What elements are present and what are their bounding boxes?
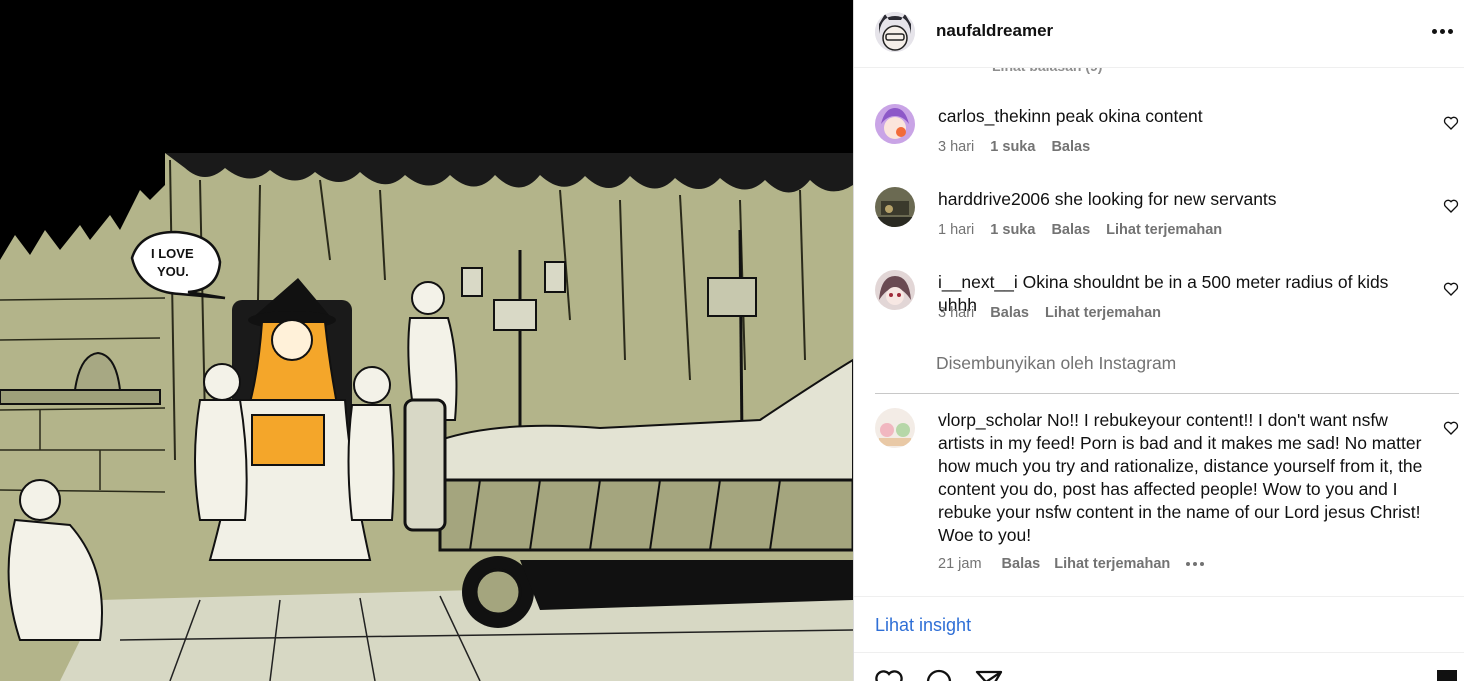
post-illustration: I LOVE YOU. (0, 0, 853, 681)
commenter-avatar[interactable] (875, 270, 915, 310)
comment-username[interactable]: i__next__i (938, 272, 1018, 292)
insight-bar: Lihat insight (854, 596, 1464, 652)
commenter-avatar[interactable] (875, 408, 915, 448)
view-insights-link[interactable]: Lihat insight (875, 615, 971, 636)
bookmark-icon[interactable] (1432, 667, 1462, 681)
comment-text: harddrive2006 she looking for new servan… (938, 188, 1428, 211)
comment-meta: 3 hari Balas Lihat terjemahan (938, 305, 1161, 321)
commenter-avatar[interactable] (875, 104, 915, 144)
translate-link[interactable]: Lihat terjemahan (1106, 222, 1222, 238)
reply-button[interactable]: Balas (1002, 556, 1041, 572)
comment-text: carlos_thekinn peak okina content (938, 105, 1428, 128)
like-comment-icon[interactable] (1443, 198, 1459, 214)
comment-meta: 21 jam Balas Lihat terjemahan (938, 556, 1205, 572)
like-comment-icon[interactable] (1443, 281, 1459, 297)
comments-panel: naufaldreamer Lihat balasan (9) carlos_t… (853, 0, 1464, 681)
author-username[interactable]: naufaldreamer (936, 21, 1053, 41)
comment-username[interactable]: harddrive2006 (938, 189, 1050, 209)
comment-text: vlorp_scholar No!! I rebukeyour content!… (938, 409, 1433, 547)
like-comment-icon[interactable] (1443, 420, 1459, 436)
comment-time[interactable]: 1 hari (938, 222, 974, 238)
comment-body: she looking for new servants (1054, 189, 1277, 209)
comment-likes[interactable]: 1 suka (990, 222, 1035, 238)
comment-time[interactable]: 21 jam (938, 556, 982, 572)
comment-likes[interactable]: 1 suka (990, 139, 1035, 155)
speech-bubble-line1: I LOVE (151, 246, 194, 261)
comment-meta: 1 hari 1 suka Balas Lihat terjemahan (938, 222, 1222, 238)
post-header: naufaldreamer (854, 0, 1464, 68)
translate-link[interactable]: Lihat terjemahan (1054, 556, 1170, 572)
commenter-avatar[interactable] (875, 187, 915, 227)
comment-body: No!! I rebukeyour content!! I don't want… (938, 410, 1423, 545)
heart-icon[interactable] (874, 667, 904, 681)
comment-meta: 3 hari 1 suka Balas (938, 139, 1090, 155)
speech-bubble-line2: YOU. (157, 264, 189, 279)
post-media[interactable]: I LOVE YOU. (0, 0, 853, 681)
reply-button[interactable]: Balas (1051, 139, 1090, 155)
author-avatar[interactable] (875, 12, 915, 52)
hidden-comments-toggle[interactable]: Disembunyikan oleh Instagram (936, 353, 1176, 374)
translate-link[interactable]: Lihat terjemahan (1045, 305, 1161, 321)
reply-button[interactable]: Balas (990, 305, 1029, 321)
comment-time[interactable]: 3 hari (938, 305, 974, 321)
comment-icon[interactable] (924, 667, 954, 681)
more-options-icon[interactable] (1429, 18, 1455, 44)
comment-more-icon[interactable] (1186, 562, 1205, 566)
comment-body: peak okina content (1055, 106, 1203, 126)
divider (875, 393, 1459, 394)
action-bar (854, 652, 1464, 681)
reply-button[interactable]: Balas (1051, 222, 1090, 238)
comment-username[interactable]: vlorp_scholar (938, 410, 1042, 430)
like-comment-icon[interactable] (1443, 115, 1459, 131)
share-icon[interactable] (974, 667, 1004, 681)
comment-time[interactable]: 3 hari (938, 139, 974, 155)
comment-username[interactable]: carlos_thekinn (938, 106, 1051, 126)
